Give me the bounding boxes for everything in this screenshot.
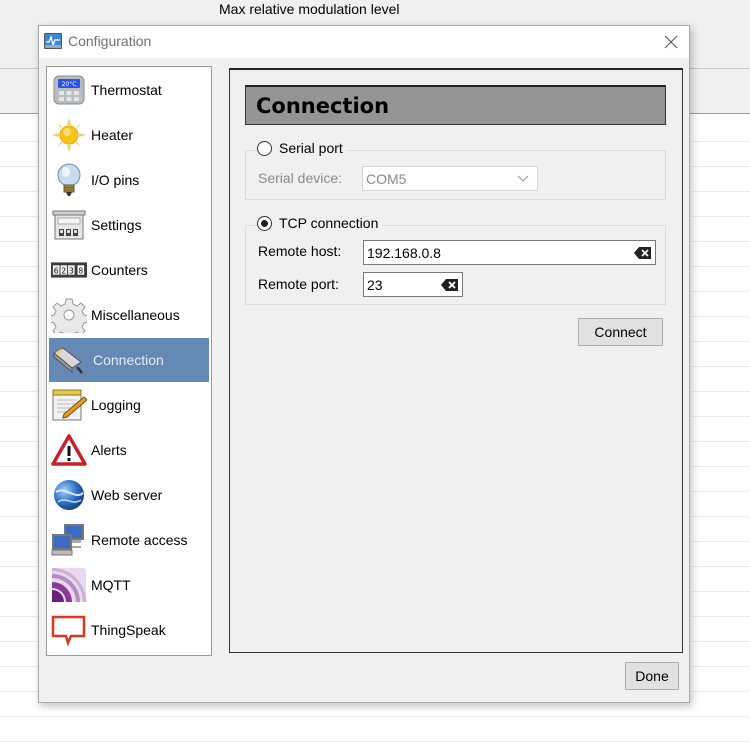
clear-text-icon[interactable] (441, 278, 459, 292)
sidebar-item-label: ThingSpeak (91, 622, 166, 638)
sidebar-item-counters[interactable]: 6 2 3 8 Counters (49, 248, 209, 292)
sidebar-item-label: Logging (91, 397, 141, 413)
configuration-dialog: Configuration 20°C Thermostat Heater I/O… (38, 25, 690, 703)
sidebar-item-settings[interactable]: Settings (49, 203, 209, 247)
sidebar-item-label: MQTT (91, 577, 131, 593)
speech-bubble-icon (51, 612, 87, 648)
remote-port-label: Remote port: (258, 276, 339, 292)
sidebar-item-heater[interactable]: Heater (49, 113, 209, 157)
network-plug-icon (51, 342, 87, 378)
svg-text:3: 3 (69, 266, 74, 275)
svg-text:8: 8 (78, 266, 83, 275)
sidebar-item-label: I/O pins (91, 172, 140, 188)
serial-device-label: Serial device: (258, 170, 343, 186)
sidebar-item-label: Heater (91, 127, 134, 143)
svg-text:6: 6 (54, 266, 59, 275)
page-title: Connection (256, 93, 390, 118)
computers-icon (51, 522, 87, 558)
done-button[interactable]: Done (625, 662, 679, 690)
sidebar-item-web-server[interactable]: Web server (49, 473, 209, 517)
tcp-connection-group: TCP connection Remote host: 192.168.0.8 … (245, 215, 666, 305)
svg-text:20°C: 20°C (62, 81, 77, 88)
sidebar-item-label: Alerts (91, 442, 127, 458)
app-icon (44, 33, 62, 49)
sidebar-item-label: Miscellaneous (91, 307, 180, 323)
sidebar-item-label: Web server (91, 487, 163, 503)
sidebar-item-io-pins[interactable]: I/O pins (49, 158, 209, 202)
lightbulb-icon (51, 162, 87, 198)
sidebar-item-label: Counters (91, 262, 148, 278)
sidebar-item-label: Remote access (91, 532, 188, 548)
remote-port-input[interactable]: 23 (363, 272, 463, 297)
warning-icon (51, 432, 87, 468)
sidebar-item-connection[interactable]: Connection (49, 338, 209, 382)
sidebar-item-mqtt[interactable]: MQTT (49, 563, 209, 607)
dialog-title: Configuration (68, 33, 152, 49)
sidebar-item-label: Settings (91, 217, 142, 233)
background-heading: Max relative modulation level (219, 1, 400, 17)
clear-text-icon[interactable] (634, 246, 652, 260)
connect-button[interactable]: Connect (578, 318, 663, 346)
globe-icon (51, 477, 87, 513)
serial-port-group: Serial port Serial device: COM5 (245, 140, 666, 200)
serial-device-value: COM5 (366, 170, 407, 187)
sidebar-item-miscellaneous[interactable]: Miscellaneous (49, 293, 209, 337)
close-icon (664, 35, 678, 49)
remote-host-value: 192.168.0.8 (367, 244, 441, 261)
dialog-titlebar[interactable]: Configuration (39, 26, 689, 58)
sidebar-item-thingspeak[interactable]: ThingSpeak (49, 608, 209, 652)
gear-icon (51, 297, 87, 333)
serial-port-label: Serial port (279, 140, 343, 156)
switchboard-icon (51, 207, 87, 243)
notepad-pencil-icon (51, 387, 87, 423)
sidebar-item-label: Connection (93, 352, 164, 368)
panel-header: Connection (245, 85, 666, 125)
mqtt-icon (51, 567, 87, 603)
thermostat-icon: 20°C (51, 72, 87, 108)
sidebar-item-logging[interactable]: Logging (49, 383, 209, 427)
remote-port-value: 23 (367, 276, 383, 293)
remote-host-input[interactable]: 192.168.0.8 (363, 240, 656, 265)
radio-button-checked[interactable] (257, 215, 272, 231)
sidebar-item-label: Thermostat (91, 82, 162, 98)
serial-device-select[interactable]: COM5 (362, 166, 538, 191)
counter-icon: 6 2 3 8 (51, 252, 87, 288)
serial-port-radio[interactable]: Serial port (257, 140, 347, 156)
sidebar-item-remote-access[interactable]: Remote access (49, 518, 209, 562)
sidebar-item-thermostat[interactable]: 20°C Thermostat (49, 68, 209, 112)
radio-button-unchecked[interactable] (257, 140, 272, 156)
sidebar-item-alerts[interactable]: Alerts (49, 428, 209, 472)
sun-icon (51, 117, 87, 153)
svg-text:2: 2 (61, 266, 66, 275)
chevron-down-icon (517, 175, 529, 182)
tcp-connection-radio[interactable]: TCP connection (257, 215, 383, 231)
connection-panel: Connection Serial port Serial device: CO… (229, 68, 683, 653)
remote-host-label: Remote host: (258, 243, 342, 259)
close-button[interactable] (653, 28, 689, 56)
category-sidebar: 20°C Thermostat Heater I/O pins Settings… (46, 66, 212, 656)
tcp-connection-label: TCP connection (279, 215, 379, 231)
